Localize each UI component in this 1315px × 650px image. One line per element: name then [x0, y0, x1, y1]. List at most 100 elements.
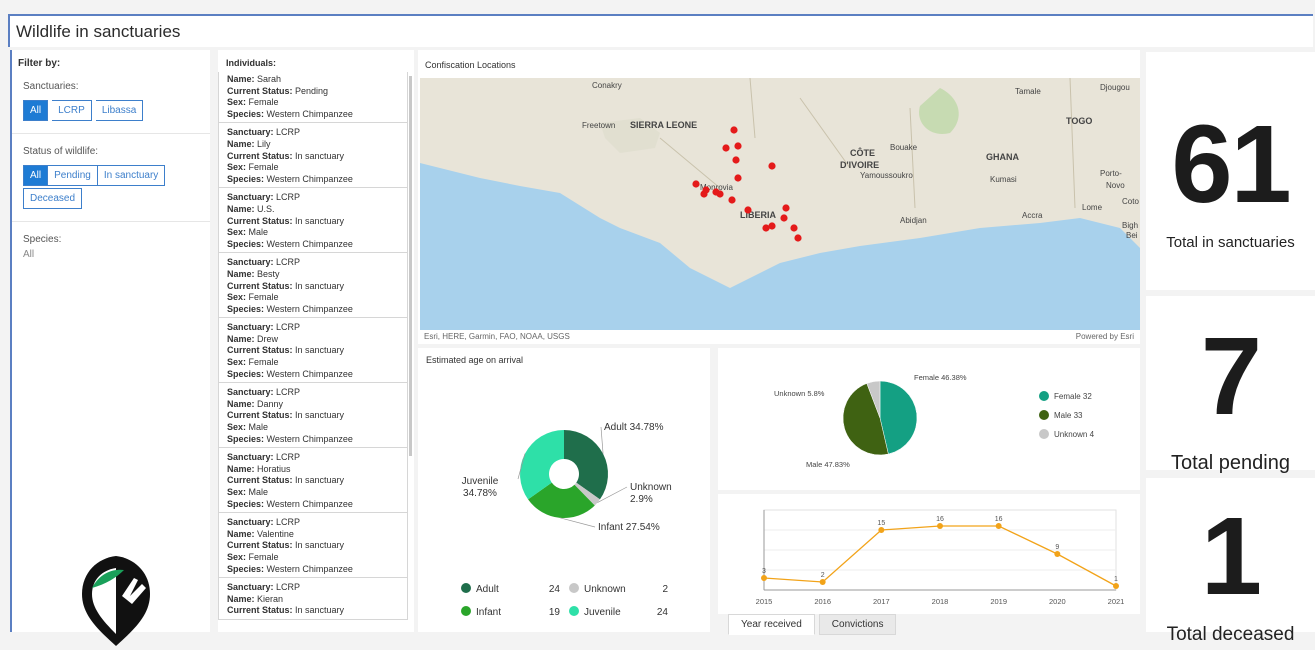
map-place-label: Djougou	[1100, 83, 1130, 92]
status-deceased-button[interactable]: Deceased	[23, 188, 83, 209]
confiscation-dot[interactable]	[768, 162, 776, 170]
sex-pie-chart: Female 46.38% Male 47.83% Unknown 5.8% Fema…	[774, 373, 1095, 469]
list-item[interactable]: Sanctuary: LCRP Name: Kieran Current Statu…	[218, 578, 408, 620]
x-tick-label: 2016	[814, 597, 831, 606]
legend-label: Unknown 4	[1054, 430, 1095, 439]
field-label: Species:	[227, 433, 265, 444]
confiscation-dot[interactable]	[722, 144, 730, 152]
map-place-label: SIERRA LEONE	[630, 120, 697, 130]
legend-value: 2	[662, 584, 668, 595]
sanctuary-libassa-button[interactable]: Libassa	[95, 100, 144, 121]
data-point[interactable]	[1054, 551, 1061, 557]
confiscation-map[interactable]: Conakry Freetown SIERRA LEONE Monrovia LIBER…	[420, 78, 1140, 330]
field-value: LCRP	[273, 322, 301, 333]
field-value: Horatius	[254, 463, 291, 474]
legend-swatch	[461, 606, 471, 616]
sanctuary-all-button[interactable]: All	[23, 100, 49, 121]
confiscation-dot[interactable]	[734, 142, 742, 150]
species-filter[interactable]: Species: All	[12, 222, 210, 268]
individuals-scrollbar[interactable]	[409, 76, 412, 456]
list-item[interactable]: Sanctuary: LCRP Name: Drew Current Status:…	[218, 318, 408, 384]
kpi-caption: Total deceased	[1166, 624, 1295, 645]
map-place-label: Lome	[1082, 203, 1103, 212]
list-item[interactable]: Sanctuary: LCRP Name: Lily Current Status:…	[218, 123, 408, 189]
filter-heading: Filter by:	[18, 58, 61, 69]
x-tick-label: 2018	[932, 597, 949, 606]
data-point[interactable]	[937, 523, 943, 529]
confiscation-dot[interactable]	[790, 224, 798, 232]
field-name: Name: Valentine	[227, 529, 399, 541]
individuals-list[interactable]: Name: Sarah Current Status: Pending Sex: F…	[218, 72, 408, 632]
field-value: Besty	[254, 268, 280, 279]
x-tick-label: 2020	[1049, 597, 1066, 606]
map-place-label: Tamale	[1015, 87, 1041, 96]
data-point[interactable]	[995, 523, 1002, 529]
individuals-heading: Individuals:	[226, 58, 277, 68]
confiscation-dot[interactable]	[794, 234, 802, 242]
field-value: Danny	[254, 398, 284, 409]
field-species: Species: Western Chimpanzee	[227, 304, 399, 316]
confiscation-dot[interactable]	[744, 206, 752, 214]
list-item[interactable]: Sanctuary: LCRP Name: Besty Current Status…	[218, 253, 408, 319]
data-point[interactable]	[819, 579, 826, 585]
species-value[interactable]: All	[23, 249, 199, 268]
year-received-line-chart: 3 2015 2 2016 15 2017 16 2018 16 2019 9 2020 1 2021	[756, 509, 1124, 606]
map-heading: Confiscation Locations	[425, 60, 516, 70]
field-value: LCRP	[273, 387, 301, 398]
series-line	[763, 525, 1117, 587]
confiscation-dot[interactable]	[716, 190, 724, 198]
confiscation-dot[interactable]	[768, 222, 776, 230]
dashboard-title: Wildlife in sanctuaries	[8, 14, 1313, 47]
confiscation-dot[interactable]	[692, 180, 700, 188]
legend-value: 24	[549, 584, 561, 595]
confiscation-dot[interactable]	[730, 126, 738, 134]
field-species: Species: Western Chimpanzee	[227, 369, 399, 381]
field-sanctuary: Sanctuary: LCRP	[227, 322, 399, 334]
data-label: 3	[762, 568, 766, 575]
sanctuary-lcrp-button[interactable]: LCRP	[52, 100, 92, 121]
age-donut-chart: Adult 34.78%Unknown2.9%Infant 27.54%Juve…	[461, 422, 672, 618]
filter-panel: Filter by: Sanctuaries: All LCRP Libassa…	[10, 50, 210, 646]
field-sex: Sex: Female	[227, 552, 399, 564]
confiscation-dot[interactable]	[734, 174, 742, 182]
field-label: Current Status:	[227, 410, 293, 421]
field-label: Sex:	[227, 551, 247, 562]
kpi-value: 1	[1200, 495, 1262, 618]
field-label: Current Status:	[227, 605, 293, 616]
list-item[interactable]: Sanctuary: LCRP Name: Valentine Current St…	[218, 513, 408, 579]
field-sex: Sex: Female	[227, 97, 399, 109]
field-value: Drew	[254, 333, 279, 344]
status-pending-button[interactable]: Pending	[48, 165, 98, 186]
field-label: Name:	[227, 463, 255, 474]
age-slice-label: Unknown	[630, 482, 672, 493]
field-label: Current Status:	[227, 280, 293, 291]
confiscation-dot[interactable]	[728, 196, 736, 204]
status-label: Status of wildlife:	[23, 146, 99, 157]
legend-label: Infant	[476, 607, 501, 618]
list-item[interactable]: Sanctuary: LCRP Name: U.S. Current Status:…	[218, 188, 408, 254]
status-all-button[interactable]: All	[23, 165, 49, 186]
data-label: 1	[1114, 576, 1118, 583]
field-value: LCRP	[273, 517, 301, 528]
legend-label: Female 32	[1054, 392, 1092, 401]
age-slice-label: 34.78%	[463, 488, 497, 499]
field-label: Current Status:	[227, 345, 293, 356]
field-sanctuary: Sanctuary: LCRP	[227, 192, 399, 204]
confiscation-dot[interactable]	[780, 214, 788, 222]
list-item[interactable]: Sanctuary: LCRP Name: Danny Current Status…	[218, 383, 408, 449]
species-label: Species:	[23, 234, 62, 245]
field-value: Female	[246, 162, 279, 173]
data-point[interactable]	[878, 527, 885, 533]
field-value: Male	[246, 227, 269, 238]
data-point[interactable]	[1113, 583, 1119, 589]
legend-swatch	[1039, 429, 1049, 439]
list-item[interactable]: Name: Sarah Current Status: Pending Sex: F…	[218, 72, 408, 124]
data-point[interactable]	[761, 575, 767, 581]
list-item[interactable]: Sanctuary: LCRP Name: Horatius Current Sta…	[218, 448, 408, 514]
confiscation-dot[interactable]	[732, 156, 740, 164]
status-in-sanctuary-button[interactable]: In sanctuary	[97, 165, 166, 186]
confiscation-dot[interactable]	[700, 190, 708, 198]
field-label: Sex:	[227, 162, 247, 173]
confiscation-dot[interactable]	[782, 204, 790, 212]
field-sanctuary: Sanctuary: LCRP	[227, 387, 399, 399]
